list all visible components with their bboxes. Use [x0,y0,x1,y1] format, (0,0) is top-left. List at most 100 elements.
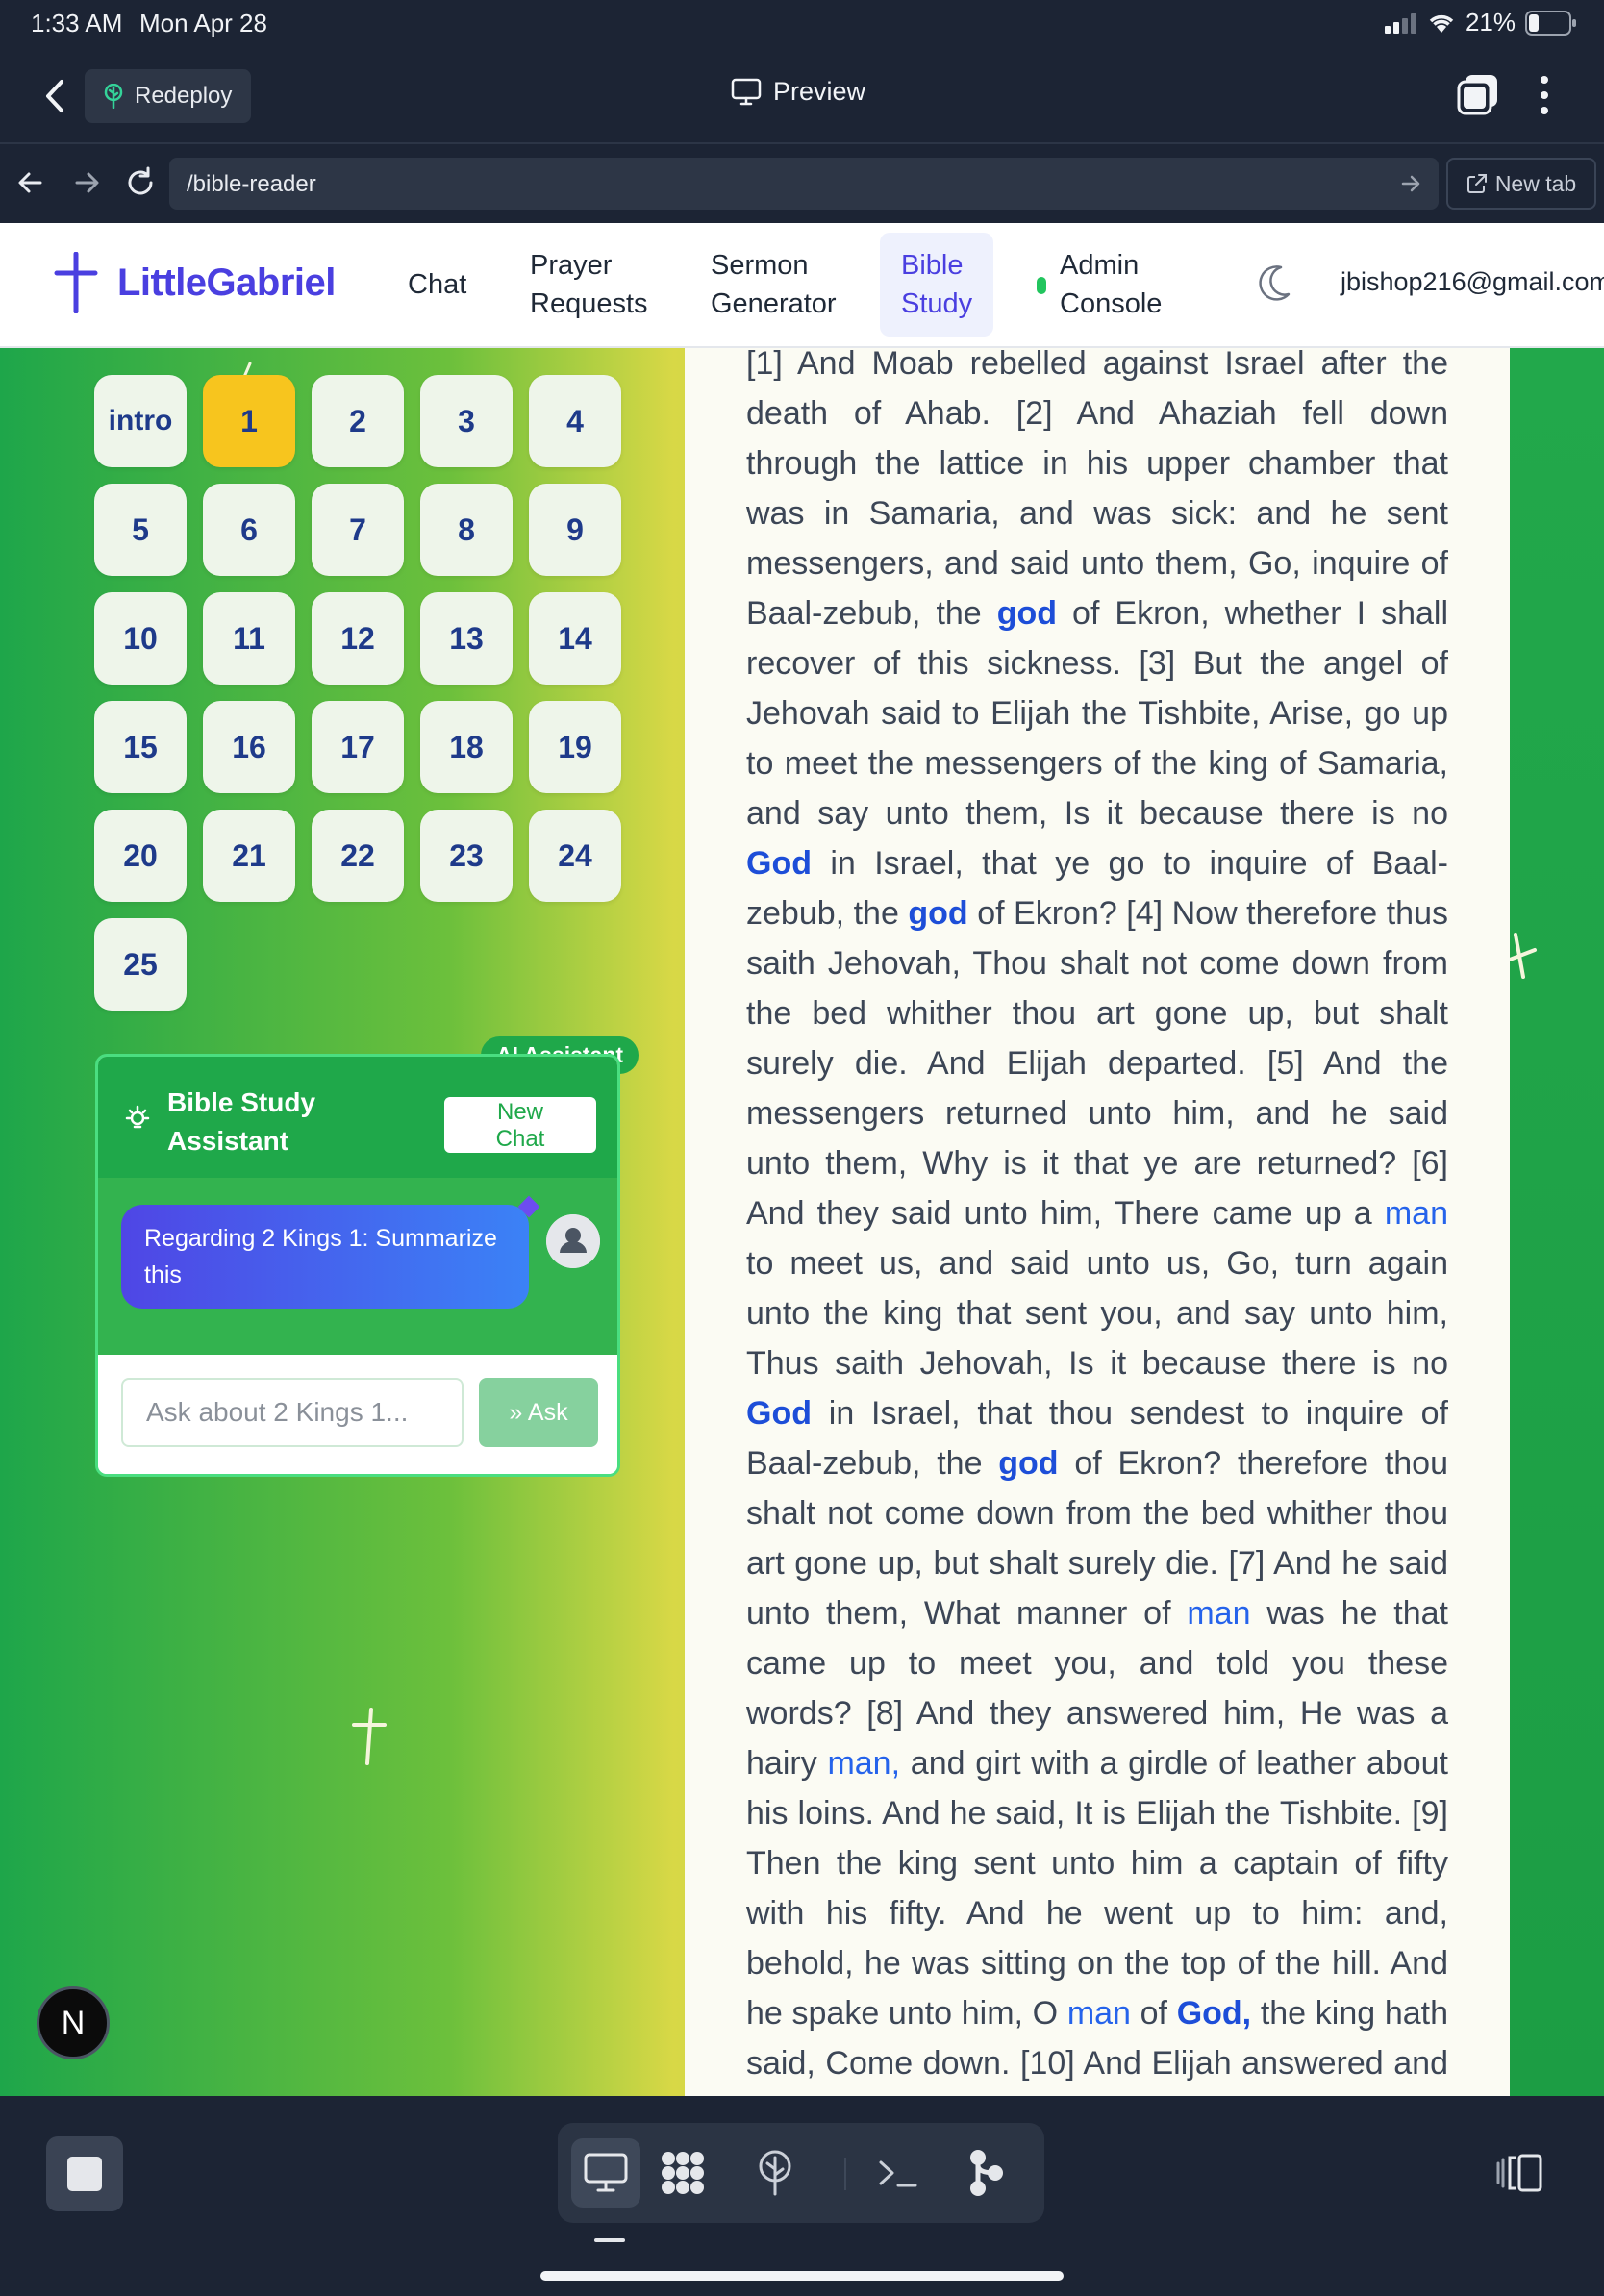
user-email[interactable]: jbishop216@gmail.com [1341,267,1604,297]
moon-icon[interactable] [1256,262,1294,306]
chapter-button-5[interactable]: 5 [94,484,187,576]
chapter-button-25[interactable]: 25 [94,918,187,1011]
nav-admin-console[interactable]: Admin Console [1060,246,1162,323]
chapter-button-12[interactable]: 12 [312,592,404,685]
nav-bible-study[interactable]: Bible Study [880,233,994,337]
chapter-button-19[interactable]: 19 [529,701,621,793]
redeploy-button[interactable]: Redeploy [85,69,252,123]
brand-name: LittleGabriel [117,261,336,304]
chapter-button-6[interactable]: 6 [203,484,295,576]
preview-label: Preview [773,77,866,106]
chapter-button-21[interactable]: 21 [203,810,295,902]
site-header: LittleGabriel Chat Prayer Requests Sermo… [0,223,1604,348]
user-message-bubble: Regarding 2 Kings 1: Summarize this [121,1205,529,1309]
scripture-segment: of Ekron? [4] Now therefore thus saith J… [746,895,1448,1232]
url-text: /bible-reader [187,171,316,197]
nav-sermon-label: Sermon [711,250,809,281]
dock-active-indicator [594,2238,625,2242]
chapter-button-intro[interactable]: intro [94,375,187,467]
admin-status-dot [1037,277,1046,294]
chapter-button-3[interactable]: 3 [420,375,513,467]
url-row: /bible-reader New tab [0,146,1604,223]
chapter-grid: intro 1 2 3 4 5 6 7 8 9 10 11 12 13 14 15 16 17 18 19 20 21 22… [94,375,633,1011]
new-chat-label-2: Chat [495,1126,545,1152]
chapter-button-11[interactable]: 11 [203,592,295,685]
scripture-keyword-link[interactable]: god [998,1445,1058,1482]
chapter-button-16[interactable]: 16 [203,701,295,793]
new-tab-button[interactable]: New tab [1446,158,1596,210]
main-content: intro 1 2 3 4 5 6 7 8 9 10 11 12 13 14 15 16 17 18 19 20 21 22… [0,348,1604,2096]
battery-percent: 21% [1465,8,1516,37]
nav-sermon-generator[interactable]: Sermon Generator [711,246,837,323]
ask-button[interactable]: » Ask [479,1378,598,1447]
split-view-icon[interactable] [1496,2152,1544,2194]
stop-button[interactable] [46,2136,123,2211]
dock-deploy-button[interactable] [740,2138,810,2208]
dock-extensions-button[interactable] [648,2138,717,2208]
monitor-icon [584,2153,628,2192]
nav-chat[interactable]: Chat [408,265,466,304]
scripture-keyword-link[interactable]: god [908,895,967,932]
grid-icon [662,2152,704,2194]
decorative-cross-icon [352,1708,387,1765]
brand-logo-link[interactable]: LittleGabriel [54,252,336,313]
new-chat-label: New [496,1099,543,1125]
new-chat-button[interactable]: New Chat [444,1097,596,1153]
chapter-button-13[interactable]: 13 [420,592,513,685]
tabs-button[interactable] [1456,73,1500,117]
dock-terminal-button[interactable] [864,2138,933,2208]
scripture-keyword-link[interactable]: God [746,845,812,882]
nav-prayer-requests[interactable]: Prayer Requests [530,246,648,323]
battery-icon [1525,10,1576,36]
chapter-button-18[interactable]: 18 [420,701,513,793]
chapter-button-17[interactable]: 17 [312,701,404,793]
wifi-icon [1429,14,1454,33]
chapter-button-15[interactable]: 15 [94,701,187,793]
tool-dock [558,2123,1044,2223]
scripture-segment: of [1130,1995,1177,2032]
chapter-button-9[interactable]: 9 [529,484,621,576]
redeploy-label: Redeploy [135,83,233,109]
decorative-cross-icon [1508,933,1537,979]
scripture-keyword-link[interactable]: God, [1177,1995,1251,2032]
browser-forward-button[interactable] [67,162,106,204]
scripture-keyword-link[interactable]: man [1067,1995,1131,2032]
chapter-button-10[interactable]: 10 [94,592,187,685]
chapter-button-2[interactable]: 2 [312,375,404,467]
chapter-button-24[interactable]: 24 [529,810,621,902]
scripture-keyword-link[interactable]: man [1385,1195,1448,1232]
reload-button[interactable] [121,162,160,204]
monitor-icon [731,78,762,105]
more-options-button[interactable] [1533,73,1556,117]
scripture-keyword-link[interactable]: man, [827,1745,900,1782]
home-indicator [540,2271,1064,2281]
chapter-button-14[interactable]: 14 [529,592,621,685]
preview-title: Preview [731,77,865,107]
url-field[interactable]: /bible-reader [169,158,1439,210]
nav-chat-label: Chat [408,269,467,300]
back-button[interactable] [37,72,75,120]
nav-prayer-label-2: Requests [530,288,648,319]
chapter-button-23[interactable]: 23 [420,810,513,902]
scripture-segment: to meet us, and said unto us, Go, turn a… [746,1245,1448,1382]
browser-back-button[interactable] [12,162,50,204]
new-tab-label: New tab [1494,170,1577,196]
scripture-text: [1] And Moab rebelled against Israel aft… [746,348,1448,2096]
stop-icon [67,2157,102,2191]
chapter-button-4[interactable]: 4 [529,375,621,467]
chapter-button-8[interactable]: 8 [420,484,513,576]
scripture-keyword-link[interactable]: man [1187,1595,1250,1632]
dock-preview-button[interactable] [571,2138,640,2208]
go-arrow-icon[interactable] [1398,171,1423,196]
ask-input[interactable] [121,1378,464,1447]
chapter-button-1[interactable]: 1 [203,375,295,467]
status-indicators: 21% [1384,8,1577,37]
chapter-button-7[interactable]: 7 [312,484,404,576]
next-js-badge[interactable]: N [37,1986,110,2059]
scripture-keyword-link[interactable]: god [997,595,1057,632]
nav-prayer-label: Prayer [530,250,613,281]
chapter-button-22[interactable]: 22 [312,810,404,902]
scripture-keyword-link[interactable]: God [746,1395,812,1432]
dock-git-button[interactable] [952,2138,1021,2208]
chapter-button-20[interactable]: 20 [94,810,187,902]
